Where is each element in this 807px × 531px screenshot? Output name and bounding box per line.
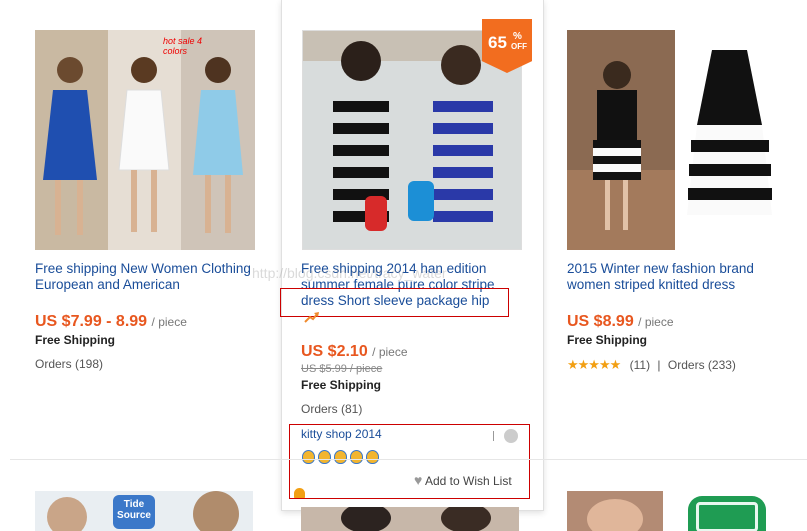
contact-seller-icon[interactable] xyxy=(504,429,518,443)
product-title-3[interactable]: 2015 Winter new fashion brand women stri… xyxy=(567,261,795,293)
product-image-5[interactable] xyxy=(301,507,519,531)
wishlist-label: Add to Wish List xyxy=(424,474,512,488)
shop-link[interactable]: kitty shop 2014 xyxy=(301,427,382,441)
discount-value: 65 xyxy=(488,33,507,52)
photo-head xyxy=(587,499,643,531)
free-shipping-2: Free Shipping xyxy=(301,378,382,392)
dress-pattern xyxy=(696,502,758,531)
add-to-wishlist-button[interactable]: ♥ Add to Wish List xyxy=(414,472,512,488)
product-photo-3 xyxy=(567,30,785,250)
price-value: US $2.10 xyxy=(301,343,368,360)
price-unit: / piece xyxy=(638,315,674,329)
orders-count-3: Orders (233) xyxy=(667,358,736,372)
photo-head-right xyxy=(193,491,239,531)
original-price: US $5.99 / piece xyxy=(301,363,383,375)
rating-stars-icon: ★★★★★ xyxy=(567,357,621,372)
price-unit: / piece xyxy=(372,345,408,359)
product-card-2[interactable]: 65 % OFF Free shipping 2014 han edition … xyxy=(280,0,544,511)
medal-icon xyxy=(334,450,347,464)
price-value: US $8.99 xyxy=(567,313,634,330)
medal-icon xyxy=(318,450,331,464)
rating-row: ★★★★★ (11) | Orders (233) xyxy=(567,357,736,373)
heart-icon: ♥ xyxy=(414,472,423,488)
rating-separator: | xyxy=(657,358,661,372)
product-photo-1 xyxy=(35,30,255,250)
tide-source-logo-text: Tide Source xyxy=(117,499,151,521)
row-divider xyxy=(10,459,807,460)
product-image-3[interactable] xyxy=(567,30,785,250)
medal-icon xyxy=(366,450,379,464)
contact-divider xyxy=(493,431,494,441)
seller-medals xyxy=(302,450,379,464)
medal-icon xyxy=(302,450,315,464)
product-image-6[interactable] xyxy=(567,491,663,531)
product-image-7[interactable] xyxy=(688,496,766,531)
orders-count-2: Orders (81) xyxy=(301,402,363,416)
watermark: http://blog.csdn.net/tracy_water xyxy=(252,265,447,281)
price-value: US $7.99 - 8.99 xyxy=(35,313,148,330)
image-hot-sale-tag: hot sale 4 colors xyxy=(163,36,203,56)
product-image-4[interactable]: Tide Source xyxy=(35,491,253,531)
price-unit: / piece xyxy=(151,315,187,329)
trend-up-icon xyxy=(304,310,320,328)
orders-count-1: Orders (198) xyxy=(35,357,104,371)
photo-head-right xyxy=(441,507,491,531)
free-shipping-1: Free Shipping xyxy=(35,333,116,347)
bell-icon xyxy=(294,488,305,498)
product-title-1[interactable]: Free shipping New Women Clothing Europea… xyxy=(35,261,253,293)
reviews-count[interactable]: (11) xyxy=(630,358,650,372)
discount-off: OFF xyxy=(511,42,527,51)
medal-icon xyxy=(350,450,363,464)
photo-head-left xyxy=(47,497,87,531)
photo-head-left xyxy=(341,507,391,531)
product-price-3: US $8.99 / piece xyxy=(567,313,674,331)
product-price-1: US $7.99 - 8.99 / piece xyxy=(35,313,187,331)
product-price-2: US $2.10 / piece xyxy=(301,343,408,361)
discount-percent: % xyxy=(513,31,522,42)
free-shipping-3: Free Shipping xyxy=(567,333,648,347)
product-image-1[interactable]: hot sale 4 colors xyxy=(35,30,255,250)
